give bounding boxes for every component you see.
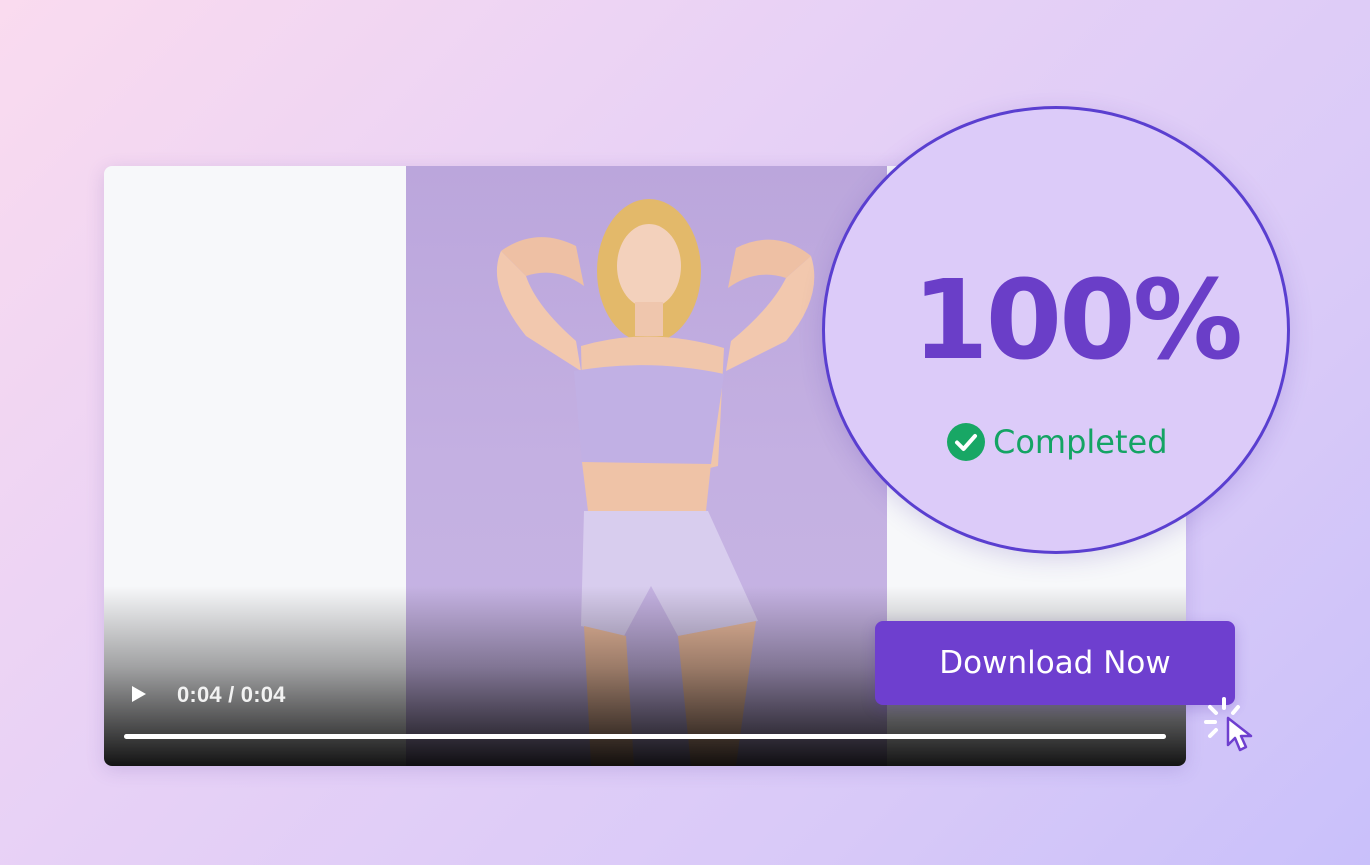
completion-badge: 100% Completed xyxy=(822,106,1290,554)
completion-status: Completed xyxy=(947,423,1168,461)
play-icon[interactable] xyxy=(128,683,148,705)
download-now-button[interactable]: Download Now xyxy=(875,621,1235,705)
click-cursor-icon xyxy=(1202,695,1262,755)
promo-canvas: 0:04 / 0:04 100% Completed Download Now xyxy=(0,0,1370,865)
seek-bar-fill xyxy=(124,734,1166,739)
check-circle-icon xyxy=(947,423,985,461)
seek-bar[interactable] xyxy=(124,734,1166,739)
time-display: 0:04 / 0:04 xyxy=(177,682,286,707)
completion-percent: 100% xyxy=(912,256,1243,384)
completion-label: Completed xyxy=(993,423,1168,461)
